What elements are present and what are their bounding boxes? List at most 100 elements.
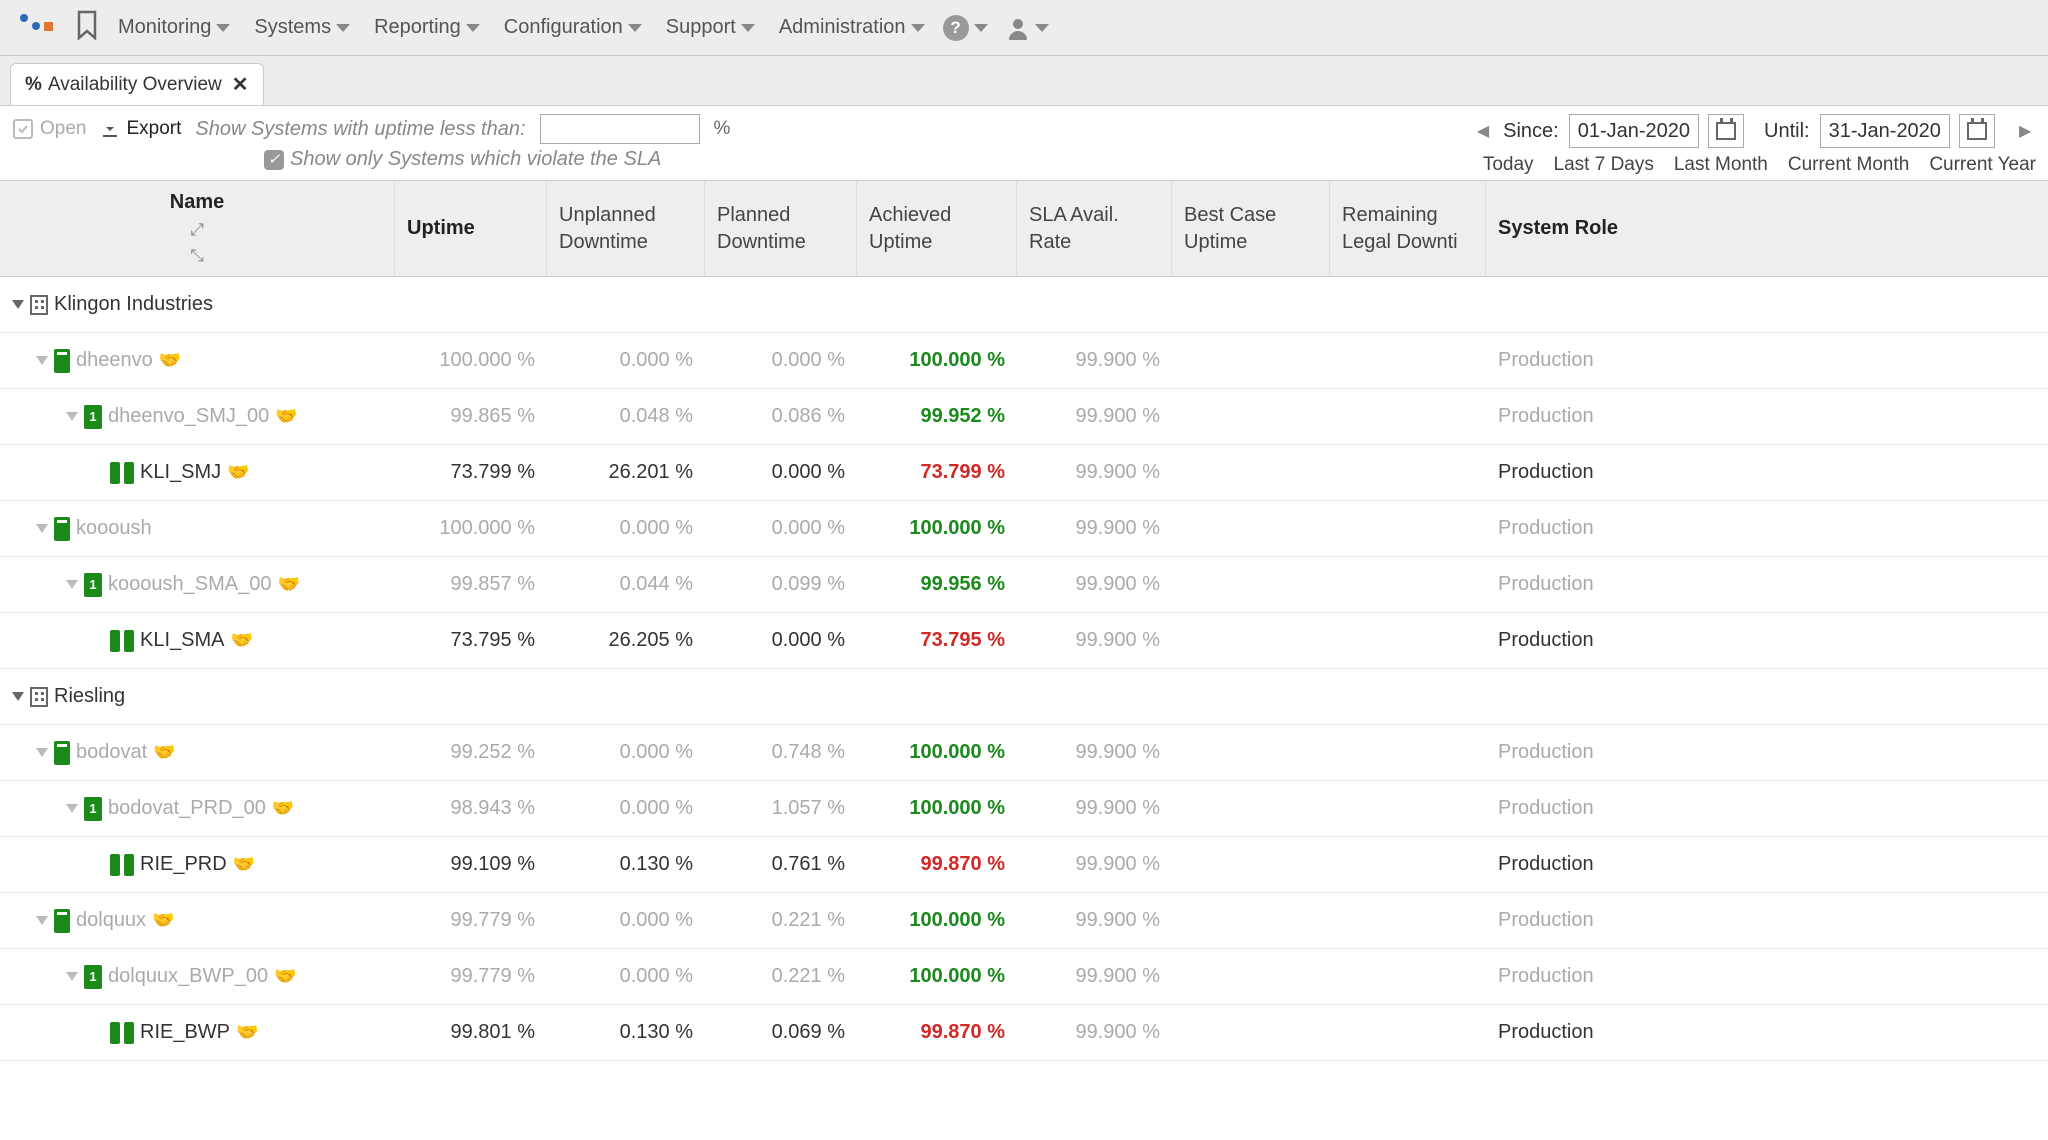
expand-toggle-icon[interactable] (66, 412, 78, 421)
nav-reporting[interactable]: Reporting (374, 16, 480, 39)
percent-label: % (714, 118, 731, 140)
table-row[interactable]: 1dolquux_BWP_00🤝99.779 %0.000 %0.221 %10… (0, 949, 2048, 1005)
date-next-button[interactable]: ▶ (2015, 121, 2035, 141)
database-icon (110, 1022, 134, 1044)
since-date-input[interactable]: 01-Jan-2020 (1569, 114, 1699, 148)
table-row[interactable]: Riesling (0, 669, 2048, 725)
uptime-filter-input[interactable] (540, 114, 700, 144)
expand-toggle-icon[interactable] (36, 748, 48, 757)
help-icon: ? (943, 15, 969, 41)
expand-toggle-icon[interactable] (36, 524, 48, 533)
user-icon (1006, 16, 1030, 40)
table-row[interactable]: 1koooush_SMA_00🤝99.857 %0.044 %0.099 %99… (0, 557, 2048, 613)
handshake-icon: 🤝 (152, 910, 174, 931)
row-name: koooush_SMA_00 (108, 573, 271, 596)
chevron-down-icon (911, 24, 925, 32)
chevron-down-icon (466, 24, 480, 32)
chevron-down-icon (336, 24, 350, 32)
app-logo (16, 10, 56, 46)
expand-toggle-icon[interactable] (66, 580, 78, 589)
server-icon (54, 909, 70, 933)
since-calendar-button[interactable] (1708, 114, 1744, 148)
since-label: Since: (1503, 120, 1559, 143)
expand-toggle-icon[interactable] (36, 356, 48, 365)
database-icon (110, 630, 134, 652)
nav-support[interactable]: Support (666, 16, 755, 39)
col-best[interactable]: Best CaseUptime (1172, 181, 1330, 276)
table-row[interactable]: KLI_SMJ🤝73.799 %26.201 %0.000 %73.799 %9… (0, 445, 2048, 501)
tab-availability-overview[interactable]: % Availability Overview ✕ (10, 63, 264, 105)
until-label: Until: (1764, 120, 1810, 143)
col-remain[interactable]: RemainingLegal Downti (1330, 181, 1486, 276)
handshake-icon: 🤝 (236, 1022, 258, 1043)
expand-toggle-icon[interactable] (12, 300, 24, 309)
handshake-icon: 🤝 (233, 854, 255, 875)
row-name: bodovat (76, 741, 147, 764)
row-name: dheenvo (76, 349, 153, 372)
quick-range-current-month[interactable]: Current Month (1788, 154, 1909, 176)
col-name[interactable]: Name ⤢ ⤡ (0, 181, 395, 276)
instance-icon: 1 (84, 573, 102, 597)
table-row[interactable]: KLI_SMA🤝73.795 %26.205 %0.000 %73.795 %9… (0, 613, 2048, 669)
nav-monitoring[interactable]: Monitoring (118, 16, 230, 39)
sla-filter-checkbox[interactable]: ✓ (264, 150, 284, 170)
chevron-down-icon (741, 24, 755, 32)
col-unplanned[interactable]: UnplannedDowntime (547, 181, 705, 276)
chevron-down-icon (216, 24, 230, 32)
quick-range-last-7-days[interactable]: Last 7 Days (1554, 154, 1654, 176)
quick-range-last-month[interactable]: Last Month (1674, 154, 1768, 176)
col-planned[interactable]: PlannedDowntime (705, 181, 857, 276)
table-row[interactable]: bodovat🤝99.252 %0.000 %0.748 %100.000 %9… (0, 725, 2048, 781)
col-sla[interactable]: SLA Avail.Rate (1017, 181, 1172, 276)
nav-configuration[interactable]: Configuration (504, 16, 642, 39)
expand-toggle-icon[interactable] (66, 972, 78, 981)
handshake-icon: 🤝 (230, 630, 252, 651)
expand-toggle-icon[interactable] (12, 692, 24, 701)
row-name: dolquux_BWP_00 (108, 965, 268, 988)
bookmark-icon[interactable] (74, 10, 100, 46)
server-icon (54, 517, 70, 541)
table-row[interactable]: dheenvo🤝100.000 %0.000 %0.000 %100.000 %… (0, 333, 2048, 389)
table-row[interactable]: dolquux🤝99.779 %0.000 %0.221 %100.000 %9… (0, 893, 2048, 949)
handshake-icon: 🤝 (277, 574, 299, 595)
quick-range-today[interactable]: Today (1483, 154, 1534, 176)
percent-icon: % (25, 74, 42, 96)
row-name: dheenvo_SMJ_00 (108, 405, 269, 428)
help-menu[interactable]: ? (943, 15, 988, 41)
expand-toggle-icon[interactable] (36, 916, 48, 925)
tab-title: Availability Overview (48, 74, 222, 96)
instance-icon: 1 (84, 965, 102, 989)
building-icon (30, 295, 48, 315)
table-row[interactable]: RIE_BWP🤝99.801 %0.130 %0.069 %99.870 %99… (0, 1005, 2048, 1061)
table-row[interactable]: RIE_PRD🤝99.109 %0.130 %0.761 %99.870 %99… (0, 837, 2048, 893)
table-row[interactable]: 1bodovat_PRD_00🤝98.943 %0.000 %1.057 %10… (0, 781, 2048, 837)
expand-all-icon[interactable]: ⤢ (190, 220, 204, 240)
date-prev-button[interactable]: ◀ (1473, 121, 1493, 141)
handshake-icon: 🤝 (227, 462, 249, 483)
toolbar: Open Export Show Systems with uptime les… (0, 106, 2048, 181)
nav-systems[interactable]: Systems (254, 16, 350, 39)
until-calendar-button[interactable] (1959, 114, 1995, 148)
quick-range-current-year[interactable]: Current Year (1929, 154, 2036, 176)
uptime-filter-label: Show Systems with uptime less than: (195, 118, 525, 141)
open-button: Open (12, 118, 86, 140)
expand-toggle-icon[interactable] (66, 804, 78, 813)
export-button[interactable]: Export (100, 118, 181, 140)
row-name: koooush (76, 517, 152, 540)
collapse-all-icon[interactable]: ⤡ (190, 246, 204, 266)
col-uptime[interactable]: Uptime (395, 181, 547, 276)
calendar-icon (1967, 122, 1987, 140)
download-icon (100, 119, 120, 139)
until-date-input[interactable]: 31-Jan-2020 (1820, 114, 1950, 148)
row-name: Riesling (54, 685, 125, 708)
table-row[interactable]: koooush100.000 %0.000 %0.000 %100.000 %9… (0, 501, 2048, 557)
col-achieved[interactable]: AchievedUptime (857, 181, 1017, 276)
tab-close-icon[interactable]: ✕ (232, 72, 249, 97)
table-row[interactable]: Klingon Industries (0, 277, 2048, 333)
row-name: RIE_PRD (140, 853, 227, 876)
nav-administration[interactable]: Administration (779, 16, 925, 39)
table-row[interactable]: 1dheenvo_SMJ_00🤝99.865 %0.048 %0.086 %99… (0, 389, 2048, 445)
instance-icon: 1 (84, 405, 102, 429)
user-menu[interactable] (1006, 16, 1049, 40)
col-role[interactable]: System Role (1486, 181, 2048, 276)
